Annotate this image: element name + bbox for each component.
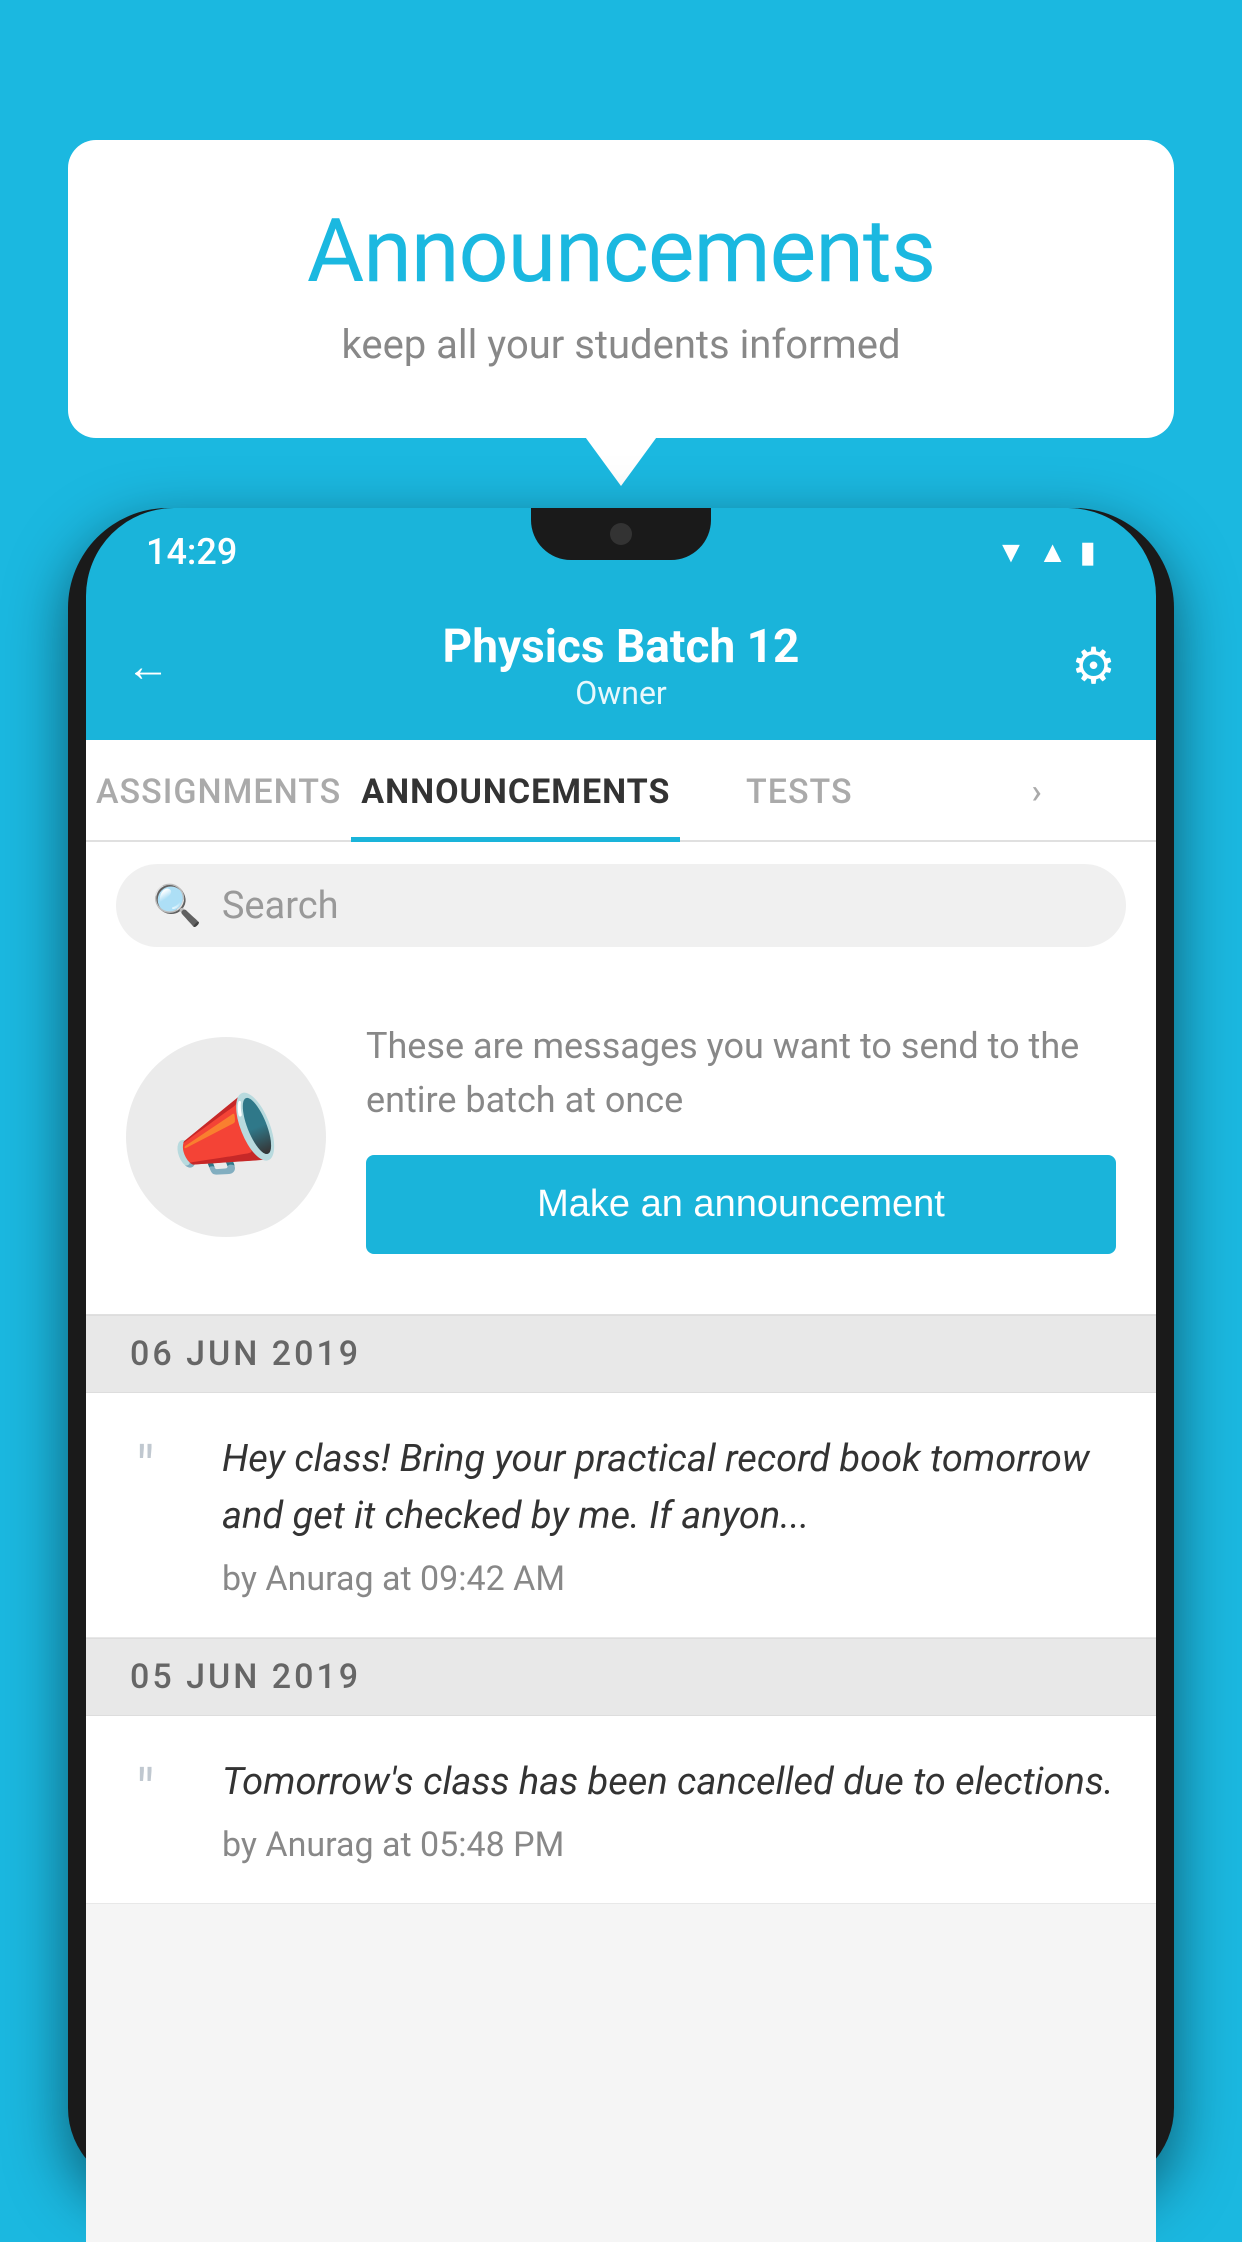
announcement-description: These are messages you want to send to t… — [366, 1019, 1116, 1127]
signal-icon: ▲ — [1038, 535, 1068, 570]
announcement-right: These are messages you want to send to t… — [366, 1019, 1116, 1254]
status-bar: 14:29 ▼ ▲ ▮ — [86, 508, 1156, 596]
header-center: Physics Batch 12 Owner — [443, 620, 800, 712]
announcement-text-block-1: Hey class! Bring your practical record b… — [222, 1431, 1116, 1599]
announcement-author-1: by Anurag at 09:42 AM — [222, 1559, 1116, 1599]
search-placeholder: Search — [222, 884, 339, 928]
screen-content: 🔍 Search 📣 These are messages you want t… — [86, 842, 1156, 2242]
speech-bubble: Announcements keep all your students inf… — [68, 140, 1174, 438]
quote-icon-2: " — [136, 1758, 186, 1826]
date-separator-1: 06 JUN 2019 — [86, 1315, 1156, 1393]
tabs-bar: ASSIGNMENTS ANNOUNCEMENTS TESTS › — [86, 740, 1156, 842]
search-icon: 🔍 — [152, 882, 202, 929]
speech-bubble-title: Announcements — [148, 200, 1094, 303]
make-announcement-button[interactable]: Make an announcement — [366, 1155, 1116, 1254]
megaphone-icon: 📣 — [171, 1085, 281, 1188]
quote-icon-1: " — [136, 1435, 186, 1503]
wifi-icon: ▼ — [996, 535, 1026, 570]
back-button[interactable]: ← — [126, 640, 186, 692]
header-title: Physics Batch 12 — [443, 620, 800, 674]
announcement-prompt: 📣 These are messages you want to send to… — [86, 969, 1156, 1315]
status-icons: ▼ ▲ ▮ — [996, 535, 1096, 570]
phone-container: 14:29 ▼ ▲ ▮ ← Physics Batch 12 Owner ⚙ A… — [68, 490, 1174, 2208]
announcement-text-block-2: Tomorrow's class has been cancelled due … — [222, 1754, 1116, 1865]
app-header: ← Physics Batch 12 Owner ⚙ — [86, 596, 1156, 740]
tab-tests[interactable]: TESTS — [680, 740, 918, 840]
announcement-author-2: by Anurag at 05:48 PM — [222, 1825, 1116, 1865]
header-subtitle: Owner — [443, 674, 800, 712]
date-separator-2: 05 JUN 2019 — [86, 1638, 1156, 1716]
status-time: 14:29 — [146, 531, 237, 573]
announcement-message-2: Tomorrow's class has been cancelled due … — [222, 1754, 1116, 1811]
announcement-item-1[interactable]: " Hey class! Bring your practical record… — [86, 1393, 1156, 1638]
camera-dot — [610, 523, 632, 545]
phone-frame: 14:29 ▼ ▲ ▮ ← Physics Batch 12 Owner ⚙ A… — [68, 508, 1174, 2188]
notch — [531, 508, 711, 560]
battery-icon: ▮ — [1079, 535, 1096, 570]
tab-assignments[interactable]: ASSIGNMENTS — [86, 740, 351, 840]
gear-icon[interactable]: ⚙ — [1056, 637, 1116, 696]
megaphone-circle: 📣 — [126, 1037, 326, 1237]
search-input-wrapper[interactable]: 🔍 Search — [116, 864, 1126, 947]
search-bar: 🔍 Search — [86, 842, 1156, 969]
speech-bubble-container: Announcements keep all your students inf… — [68, 140, 1174, 438]
more-label: › — [1031, 772, 1042, 812]
tab-more[interactable]: › — [918, 740, 1156, 840]
tab-announcements[interactable]: ANNOUNCEMENTS — [351, 740, 680, 840]
announcement-message-1: Hey class! Bring your practical record b… — [222, 1431, 1116, 1545]
announcement-item-2[interactable]: " Tomorrow's class has been cancelled du… — [86, 1716, 1156, 1904]
speech-bubble-subtitle: keep all your students informed — [148, 321, 1094, 368]
